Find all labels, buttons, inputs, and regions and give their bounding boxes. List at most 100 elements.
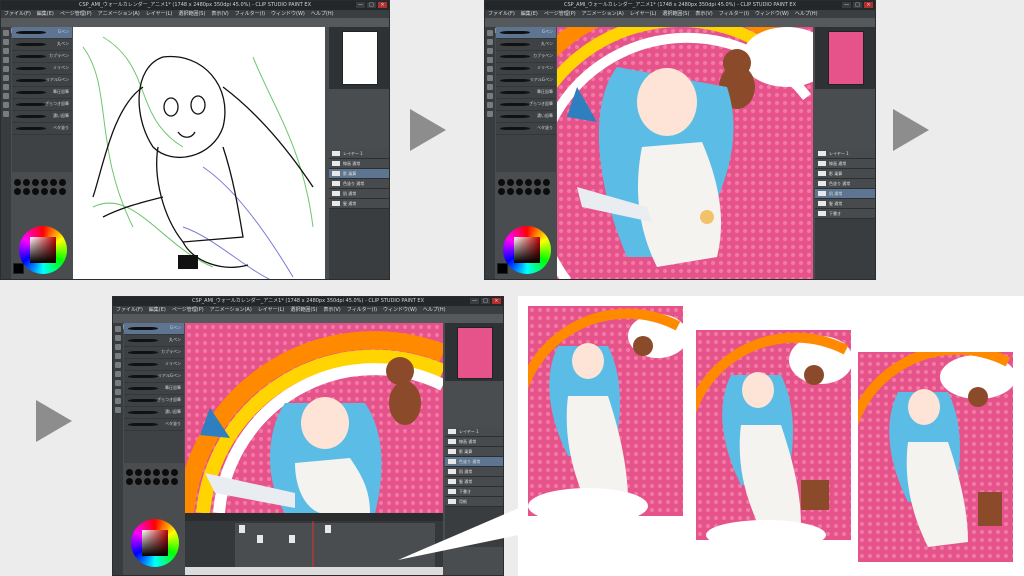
brush-size-dot[interactable] xyxy=(32,179,39,186)
menu-help[interactable]: ヘルプ(H) xyxy=(311,10,334,18)
tool-icon[interactable] xyxy=(487,102,493,108)
brush-size-dot[interactable] xyxy=(126,469,133,476)
menu-file[interactable]: ファイル(F) xyxy=(488,10,515,18)
brush-size-palette[interactable] xyxy=(14,179,66,195)
layer-item[interactable]: 色塗り 通常 xyxy=(329,179,389,189)
brush-size-dot[interactable] xyxy=(543,179,550,186)
tool-icon[interactable] xyxy=(3,66,9,72)
brush-size-dot[interactable] xyxy=(507,179,514,186)
navigator-thumbnail[interactable] xyxy=(828,31,864,85)
maximize-icon[interactable]: □ xyxy=(481,298,490,304)
brush-item[interactable]: ざらつき鉛筆 xyxy=(12,99,72,111)
minimize-icon[interactable]: — xyxy=(842,2,851,8)
brush-size-dot[interactable] xyxy=(14,188,21,195)
brush-item[interactable]: カブラペン xyxy=(12,51,72,63)
brush-size-dot[interactable] xyxy=(144,478,151,485)
brush-size-dot[interactable] xyxy=(59,179,66,186)
color-wheel[interactable] xyxy=(19,226,67,274)
brush-size-dot[interactable] xyxy=(543,188,550,195)
brush-size-dot[interactable] xyxy=(516,188,523,195)
brush-size-dot[interactable] xyxy=(534,179,541,186)
menu-edit[interactable]: 編集(E) xyxy=(37,10,54,18)
menu-animation[interactable]: アニメーション(A) xyxy=(98,10,140,18)
menu-page[interactable]: ページ管理(P) xyxy=(172,306,204,314)
tool-icon[interactable] xyxy=(115,380,121,386)
layer-item[interactable]: 髪 通常 xyxy=(329,199,389,209)
brush-size-dot[interactable] xyxy=(135,469,142,476)
maximize-icon[interactable]: □ xyxy=(367,2,376,8)
brush-size-dot[interactable] xyxy=(41,179,48,186)
brush-size-dot[interactable] xyxy=(59,188,66,195)
brush-item[interactable]: ざらつき鉛筆 xyxy=(124,395,184,407)
menu-window[interactable]: ウィンドウ(W) xyxy=(755,10,789,18)
tool-icon[interactable] xyxy=(487,30,493,36)
layer-item[interactable]: 髪 通常 xyxy=(445,477,503,487)
brush-item[interactable]: 筆圧鉛筆 xyxy=(496,87,556,99)
menu-edit[interactable]: 編集(E) xyxy=(521,10,538,18)
tool-icon[interactable] xyxy=(115,362,121,368)
brush-size-dot[interactable] xyxy=(23,188,30,195)
close-icon[interactable]: × xyxy=(378,2,387,8)
brush-size-dot[interactable] xyxy=(516,179,523,186)
tool-icon[interactable] xyxy=(487,48,493,54)
tool-icon[interactable] xyxy=(115,326,121,332)
brush-size-dot[interactable] xyxy=(507,188,514,195)
brush-size-dot[interactable] xyxy=(162,478,169,485)
main-color-swatch[interactable] xyxy=(497,263,508,274)
brush-size-dot[interactable] xyxy=(135,478,142,485)
maximize-icon[interactable]: □ xyxy=(853,2,862,8)
brush-size-palette[interactable] xyxy=(126,469,178,485)
brush-item[interactable]: ミリペン xyxy=(12,63,72,75)
close-icon[interactable]: × xyxy=(492,298,501,304)
color-wheel[interactable] xyxy=(503,226,551,274)
layer-item[interactable]: 線画 通常 xyxy=(445,437,503,447)
brush-item[interactable]: カブラペン xyxy=(496,51,556,63)
brush-item[interactable]: ミリペン xyxy=(496,63,556,75)
layer-item[interactable]: レイヤー 1 xyxy=(815,149,875,159)
tool-icon[interactable] xyxy=(3,102,9,108)
brush-size-dot[interactable] xyxy=(41,188,48,195)
menu-window[interactable]: ウィンドウ(W) xyxy=(271,10,305,18)
frame-1[interactable] xyxy=(528,306,683,516)
tool-icon[interactable] xyxy=(3,39,9,45)
brush-size-dot[interactable] xyxy=(498,188,505,195)
brush-item[interactable]: 濃い鉛筆 xyxy=(496,111,556,123)
frame-2[interactable] xyxy=(696,330,851,540)
menu-animation[interactable]: アニメーション(A) xyxy=(210,306,252,314)
tool-icon[interactable] xyxy=(115,407,121,413)
brush-item[interactable]: リアルGペン xyxy=(124,371,184,383)
brush-item[interactable]: Gペン xyxy=(124,323,184,335)
menu-select[interactable]: 選択範囲(S) xyxy=(178,10,205,18)
menu-view[interactable]: 表示(V) xyxy=(323,306,340,314)
menu-edit[interactable]: 編集(E) xyxy=(149,306,166,314)
tool-icon[interactable] xyxy=(115,344,121,350)
brush-item[interactable]: リアルGペン xyxy=(496,75,556,87)
brush-item[interactable]: 濃い鉛筆 xyxy=(124,407,184,419)
brush-size-dot[interactable] xyxy=(525,179,532,186)
menu-filter[interactable]: フィルター(I) xyxy=(719,10,749,18)
brush-item[interactable]: ベタ塗り xyxy=(124,419,184,431)
layer-item[interactable]: 肌 通常 xyxy=(329,189,389,199)
menu-file[interactable]: ファイル(F) xyxy=(4,10,31,18)
tool-icon[interactable] xyxy=(487,84,493,90)
layer-item[interactable]: 下書き xyxy=(445,487,503,497)
tool-icon[interactable] xyxy=(115,398,121,404)
tool-icon[interactable] xyxy=(487,75,493,81)
navigator-thumbnail[interactable] xyxy=(457,327,493,379)
layer-item[interactable]: 影 乗算 xyxy=(329,169,389,179)
frame-3[interactable] xyxy=(858,352,1013,562)
tool-icon[interactable] xyxy=(115,371,121,377)
brush-item[interactable]: 丸ペン xyxy=(124,335,184,347)
brush-size-dot[interactable] xyxy=(32,188,39,195)
menu-filter[interactable]: フィルター(I) xyxy=(347,306,377,314)
menu-select[interactable]: 選択範囲(S) xyxy=(662,10,689,18)
brush-item[interactable]: カブラペン xyxy=(124,347,184,359)
menu-layer[interactable]: レイヤー(L) xyxy=(146,10,173,18)
layer-item[interactable]: 影 乗算 xyxy=(445,447,503,457)
layer-item[interactable]: 影 乗算 xyxy=(815,169,875,179)
brush-size-dot[interactable] xyxy=(144,469,151,476)
menu-help[interactable]: ヘルプ(H) xyxy=(795,10,818,18)
brush-item[interactable]: ざらつき鉛筆 xyxy=(496,99,556,111)
brush-item[interactable]: 丸ペン xyxy=(496,39,556,51)
tool-icon[interactable] xyxy=(3,30,9,36)
